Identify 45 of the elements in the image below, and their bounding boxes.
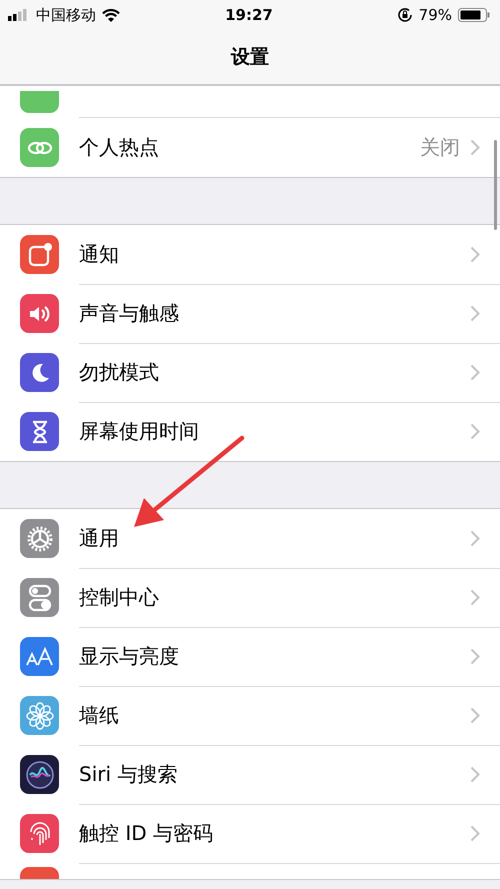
settings-row[interactable]: 声音与触感	[0, 284, 500, 343]
settings-row[interactable]: Siri 与搜索	[0, 745, 500, 804]
setting-label: 墙纸	[79, 702, 120, 728]
setting-label: 屏幕使用时间	[79, 418, 200, 445]
chevron-icon	[470, 766, 480, 782]
chevron-icon	[470, 364, 480, 380]
chevron-icon	[470, 530, 480, 546]
setting-label: Siri 与搜索	[79, 760, 178, 788]
setting-label: 通用	[79, 524, 120, 552]
settings-row[interactable]: 屏幕使用时间	[0, 402, 500, 461]
text-size-icon	[24, 646, 54, 668]
settings-row[interactable]: 勿扰模式	[0, 343, 500, 402]
setting-label: 通知	[79, 240, 120, 268]
settings-row[interactable]: 个人热点 关闭	[0, 118, 500, 177]
chevron-icon	[470, 304, 480, 322]
wifi-icon	[102, 8, 120, 22]
setting-label: 声音与触感	[79, 300, 180, 326]
chevron-icon	[470, 246, 480, 262]
chevron-icon	[470, 648, 480, 664]
setting-label: 触控 ID 与密码	[79, 820, 214, 846]
settings-row[interactable]: 墙纸	[0, 686, 500, 745]
chevron-icon	[470, 423, 480, 440]
settings-row[interactable]: 通知	[0, 225, 500, 284]
setting-label: 个人热点	[79, 134, 160, 161]
toggles-icon	[26, 584, 52, 612]
battery-percentage: 79%	[418, 6, 452, 24]
chevron-icon	[470, 139, 480, 156]
settings-row[interactable]: 触控 ID 与密码	[0, 804, 500, 863]
notification-icon	[26, 242, 52, 268]
status-time: 19:27	[225, 6, 273, 24]
setting-value: 关闭	[420, 134, 460, 161]
rotation-lock-icon	[396, 7, 413, 23]
carrier-name: 中国移动	[36, 6, 96, 24]
chevron-icon	[470, 706, 480, 724]
chevron-icon	[470, 588, 480, 606]
settings-row[interactable]: 控制中心	[0, 568, 500, 627]
flower-icon	[26, 702, 54, 730]
setting-label: 勿扰模式	[79, 358, 160, 386]
battery-icon	[458, 8, 490, 22]
setting-label: 控制中心	[79, 584, 160, 610]
page-title: 设置	[231, 45, 269, 70]
hourglass-icon	[30, 420, 48, 444]
setting-label: 显示与亮度	[79, 642, 180, 670]
settings-row[interactable]: 显示与亮度	[0, 627, 500, 686]
chevron-icon	[470, 824, 480, 842]
